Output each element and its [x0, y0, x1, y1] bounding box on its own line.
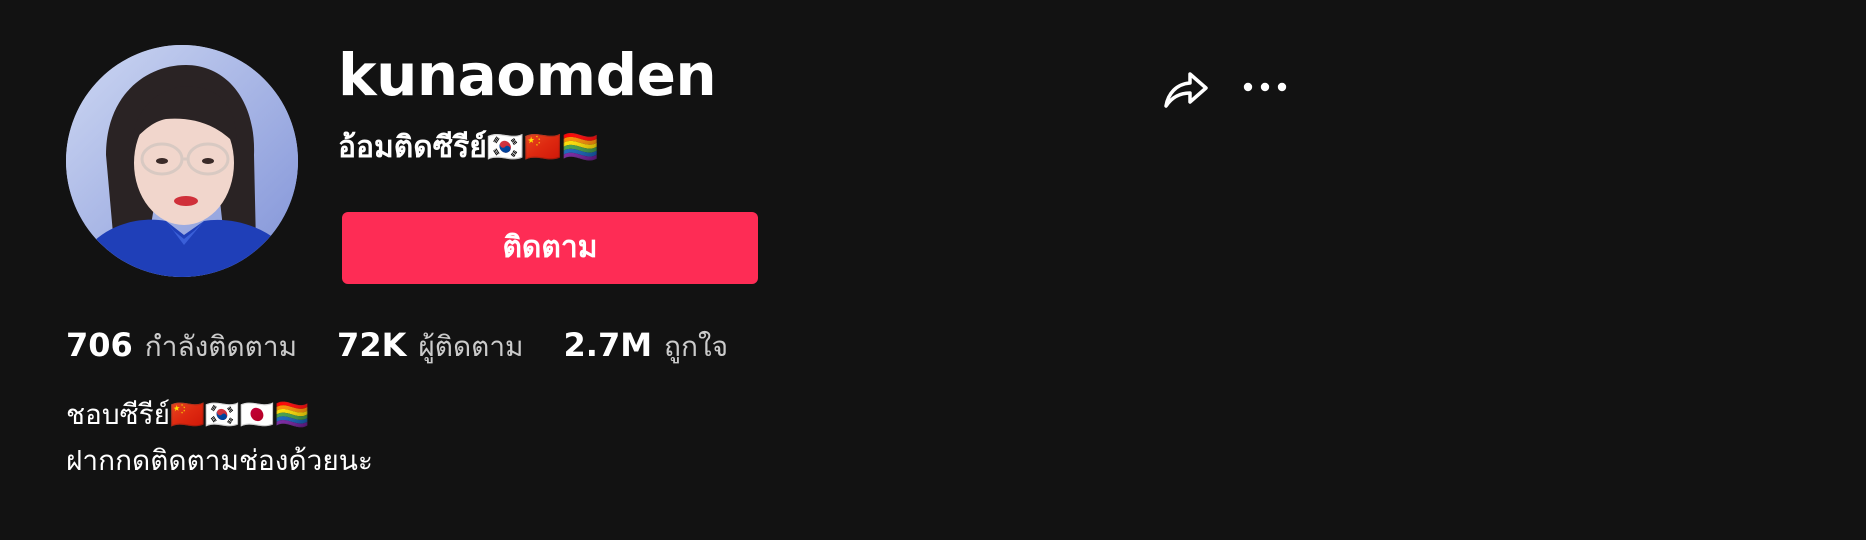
following-count[interactable]: 706 กำลังติดตาม	[66, 322, 297, 370]
followers-count[interactable]: 72K ผู้ติดตาม	[337, 322, 523, 370]
display-name: อ้อมติดซีรีย์🇰🇷🇨🇳🏳️‍🌈	[338, 130, 599, 165]
profile-stats: 706 กำลังติดตาม 72K ผู้ติดตาม 2.7M ถูกใจ	[66, 322, 768, 370]
stat-label: ผู้ติดตาม	[418, 330, 524, 363]
profile-header: kunaomden อ้อมติดซีรีย์🇰🇷🇨🇳🏳️‍🌈 ติดตาม 7…	[0, 0, 1866, 540]
likes-count: 2.7M ถูกใจ	[564, 322, 729, 370]
stat-label: ถูกใจ	[664, 330, 729, 363]
stat-value: 706	[66, 326, 133, 364]
more-options-icon[interactable]	[1240, 72, 1290, 102]
stat-label: กำลังติดตาม	[144, 330, 298, 363]
bio-line: ชอบซีรีย์🇨🇳🇰🇷🇯🇵🏳️‍🌈	[66, 398, 310, 431]
username: kunaomden	[338, 41, 717, 109]
bio: ชอบซีรีย์🇨🇳🇰🇷🇯🇵🏳️‍🌈 ฝากกดติดตามช่องด้วยน…	[66, 392, 373, 484]
bio-line: ฝากกดติดตามช่องด้วยนะ	[66, 444, 373, 477]
stat-value: 72K	[337, 326, 407, 364]
avatar-image	[66, 45, 298, 277]
stat-value: 2.7M	[563, 326, 653, 364]
avatar[interactable]	[66, 45, 298, 277]
share-icon[interactable]	[1160, 64, 1210, 114]
follow-button[interactable]: ติดตาม	[342, 212, 758, 284]
